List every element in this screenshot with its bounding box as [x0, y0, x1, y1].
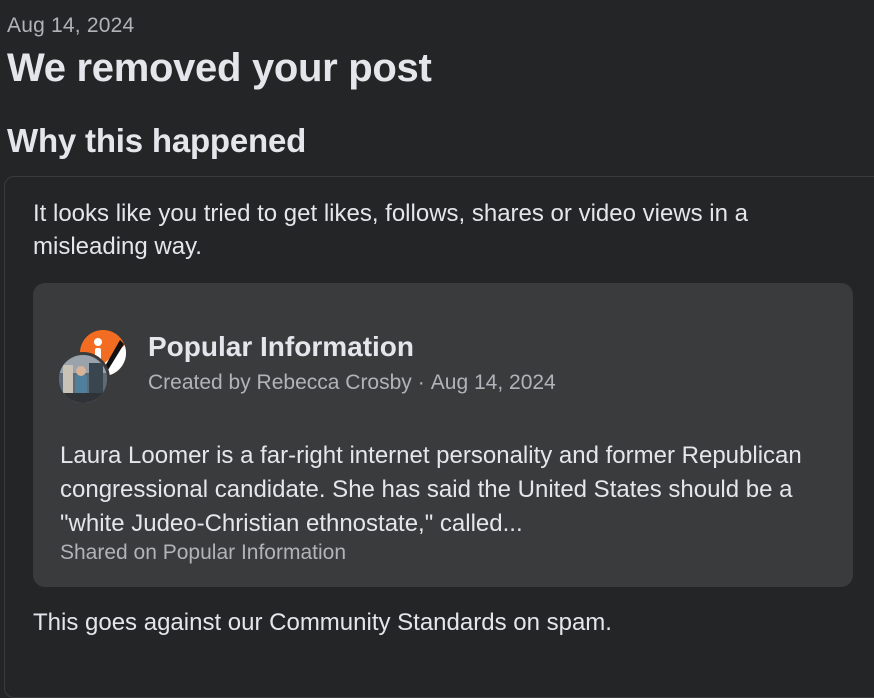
post-meta: Created by Rebecca Crosby · Aug 14, 2024 — [148, 371, 556, 395]
user-avatar-icon — [56, 352, 110, 406]
post-page-name[interactable]: Popular Information — [148, 331, 414, 363]
post-shared-on: Shared on Popular Information — [60, 541, 347, 564]
reason-text: It looks like you tried to get likes, fo… — [33, 200, 748, 260]
community-standards-text: This goes against our Community Standard… — [33, 609, 612, 636]
post-date[interactable]: Aug 14, 2024 — [431, 371, 556, 394]
post-text: Laura Loomer is a far-right internet per… — [60, 442, 802, 537]
date-label: Aug 14, 2024 — [7, 14, 135, 37]
page-title: We removed your post — [7, 46, 432, 90]
section-heading: Why this happened — [7, 122, 307, 159]
post-avatar-group[interactable] — [56, 330, 132, 406]
meta-separator: · — [417, 371, 425, 394]
post-created-by[interactable]: Created by Rebecca Crosby — [148, 371, 412, 394]
removed-post-card[interactable]: Popular Information Created by Rebecca C… — [33, 283, 853, 587]
